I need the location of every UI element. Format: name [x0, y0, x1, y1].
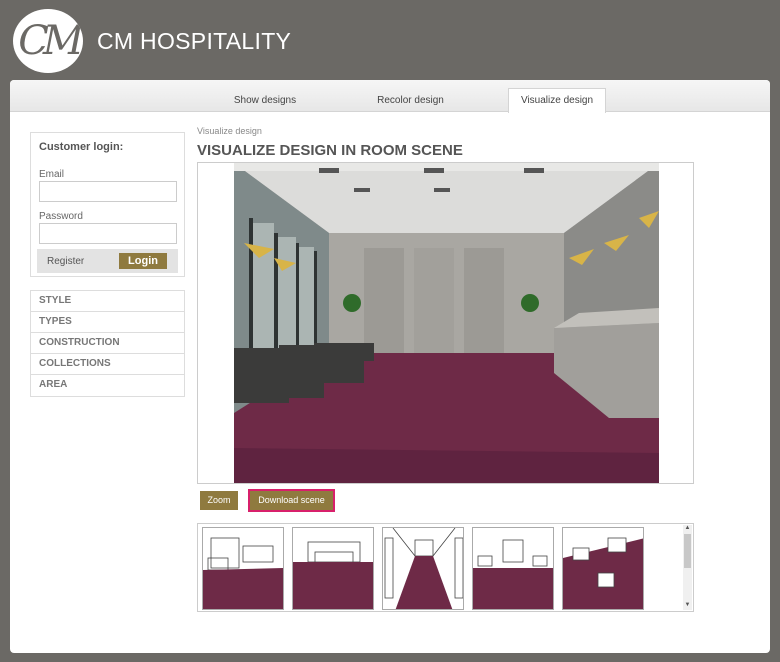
- tab-visualize-design[interactable]: Visualize design: [508, 88, 606, 113]
- room-scene-thumbnails: ▲ ▼: [197, 523, 694, 612]
- scene-thumbnail-4[interactable]: [472, 527, 554, 610]
- brand-name: CM HOSPITALITY: [97, 28, 292, 54]
- login-footer: Register Login: [37, 249, 178, 273]
- lobby-render: [234, 163, 659, 483]
- menu-item-area[interactable]: AREA: [31, 375, 184, 396]
- scene-thumbnail-2[interactable]: [292, 527, 374, 610]
- dining-thumbnail: [563, 528, 643, 609]
- scrollbar-thumb[interactable]: [684, 534, 691, 568]
- login-button[interactable]: Login: [119, 253, 167, 269]
- scroll-down-icon[interactable]: ▼: [684, 602, 691, 608]
- email-field[interactable]: [39, 181, 177, 202]
- password-field[interactable]: [39, 223, 177, 244]
- tab-show-designs[interactable]: Show designs: [215, 89, 315, 112]
- download-scene-button[interactable]: Download scene: [250, 491, 333, 510]
- filter-menu: STYLE TYPES CONSTRUCTION COLLECTIONS ARE…: [30, 290, 185, 397]
- menu-item-collections[interactable]: COLLECTIONS: [31, 354, 184, 375]
- scene-thumbnail-5[interactable]: [562, 527, 644, 610]
- header: CM CM HOSPITALITY: [0, 0, 780, 80]
- room-scene-image: [234, 163, 659, 483]
- logo-text: CM: [18, 18, 83, 64]
- customer-login-box: Customer login: Email Password Register …: [30, 132, 185, 277]
- scene-thumbnail-1[interactable]: [202, 527, 284, 610]
- corridor-thumbnail: [383, 528, 463, 609]
- menu-item-types[interactable]: TYPES: [31, 312, 184, 333]
- zoom-button[interactable]: Zoom: [200, 491, 238, 510]
- room-scene-frame: [197, 162, 694, 484]
- tab-bar: Show designs Recolor design Visualize de…: [10, 80, 770, 113]
- main-panel: Show designs Recolor design Visualize de…: [10, 80, 770, 653]
- scene-thumbnail-3[interactable]: [382, 527, 464, 610]
- login-title: Customer login:: [39, 141, 124, 153]
- scroll-up-icon[interactable]: ▲: [684, 525, 691, 531]
- brand-logo[interactable]: CM: [13, 9, 83, 73]
- menu-item-construction[interactable]: CONSTRUCTION: [31, 333, 184, 354]
- bedroom-thumbnail: [293, 528, 373, 609]
- register-link[interactable]: Register: [47, 256, 84, 267]
- page-title: VISUALIZE DESIGN IN ROOM SCENE: [197, 142, 463, 159]
- breadcrumb: Visualize design: [197, 126, 262, 136]
- email-label: Email: [39, 169, 65, 180]
- menu-item-style[interactable]: STYLE: [31, 291, 184, 312]
- living-room-thumbnail: [203, 528, 283, 609]
- lounge-thumbnail: [473, 528, 553, 609]
- tab-recolor-design[interactable]: Recolor design: [358, 89, 463, 112]
- password-label: Password: [39, 211, 83, 222]
